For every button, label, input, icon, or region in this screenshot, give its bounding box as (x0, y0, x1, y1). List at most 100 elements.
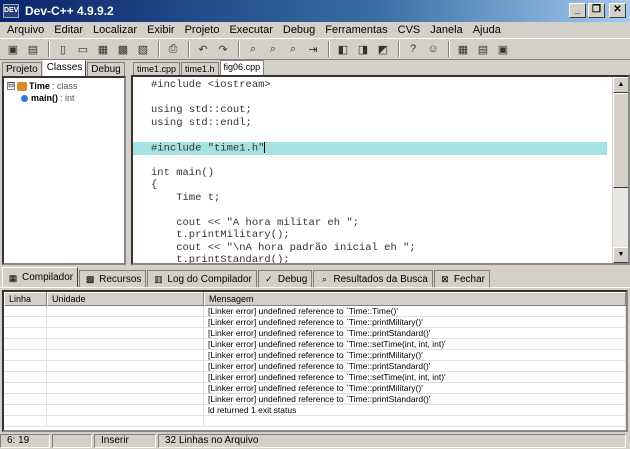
column-header-linha[interactable]: Linha (4, 292, 47, 306)
method-name: main() (31, 93, 58, 103)
tab-debug[interactable]: Debug (87, 62, 125, 76)
message-cell: [Linker error] undefined reference to `T… (204, 306, 626, 316)
tab-label: Compilador (22, 272, 74, 283)
table-row[interactable]: [Linker error] undefined reference to `T… (4, 350, 626, 361)
toolbar-separator (328, 41, 330, 57)
code-text[interactable]: #include <iostream> using std::cout; usi… (151, 79, 416, 265)
toolbar-separator (158, 41, 160, 57)
full-screen-icon[interactable]: ▣ (494, 40, 512, 58)
about-icon[interactable]: ☺ (424, 40, 442, 58)
project-class-panel: Projeto Classes Debug ⊟ Time : class mai… (0, 60, 128, 265)
insert-mode: Inserir (94, 434, 156, 448)
tab-fechar[interactable]: ⊠ Fechar (433, 270, 490, 287)
replace-icon[interactable]: ⌕ (264, 40, 282, 58)
menu-editar[interactable]: Editar (49, 24, 88, 36)
tab-resultados-da-busca[interactable]: ⌕ Resultados da Busca (313, 270, 433, 287)
table-row[interactable]: [Linker error] undefined reference to `T… (4, 394, 626, 405)
redo-icon[interactable]: ↷ (214, 40, 232, 58)
code-editor[interactable]: #include <iostream> using std::cout; usi… (131, 75, 630, 265)
tree-expander-icon[interactable]: ⊟ (7, 82, 15, 90)
find-next-icon[interactable]: ⌕ (284, 40, 302, 58)
close-icon: ⊠ (441, 274, 449, 284)
code-line: t.printMilitary(); (151, 229, 290, 241)
tab-log-do-compilador[interactable]: ▥ Log do Compilador (147, 270, 257, 287)
layout-icon[interactable]: ▦ (454, 40, 472, 58)
scroll-down-icon[interactable]: ▼ (613, 247, 628, 263)
tab-label: Recursos (99, 273, 142, 285)
save-icon[interactable]: ▦ (94, 40, 112, 58)
file-tab-fig06-cpp[interactable]: fig06.cpp (219, 60, 265, 75)
new-source-icon[interactable]: ▯ (54, 40, 72, 58)
menu-janela[interactable]: Janela (425, 24, 467, 36)
goto-bookmark-icon[interactable]: ◩ (374, 40, 392, 58)
tab-recursos[interactable]: ▩ Recursos (79, 270, 147, 287)
tab-compilador[interactable]: ▦ Compilador (2, 267, 79, 287)
insert-icon[interactable]: ◧ (334, 40, 352, 58)
window-list-icon[interactable]: ▤ (474, 40, 492, 58)
table-row[interactable]: [Linker error] undefined reference to `T… (4, 328, 626, 339)
menu-localizar[interactable]: Localizar (88, 24, 142, 36)
tab-classes[interactable]: Classes (42, 60, 87, 76)
close-file-icon[interactable]: ▧ (134, 40, 152, 58)
tree-node-time[interactable]: ⊟ Time : class (7, 80, 121, 92)
print-icon[interactable]: ⎙ (164, 40, 182, 58)
toggle-bookmark-icon[interactable]: ◨ (354, 40, 372, 58)
message-cell: [Linker error] undefined reference to `T… (204, 361, 626, 371)
table-row[interactable]: [Linker error] undefined reference to `T… (4, 361, 626, 372)
compile-log-icon: ▥ (154, 274, 163, 284)
menu-debug[interactable]: Debug (278, 24, 320, 36)
table-header: Linha Unidade Mensagem (4, 292, 626, 306)
code-line: t.printStandard(); (151, 254, 290, 265)
minimize-button[interactable]: _ (569, 3, 586, 18)
menu-arquivo[interactable]: Arquivo (2, 24, 49, 36)
code-line: using std::endl; (151, 116, 252, 129)
table-row[interactable]: [Linker error] undefined reference to `T… (4, 383, 626, 394)
new-file-icon[interactable]: ▤ (24, 40, 42, 58)
maximize-button[interactable]: ❐ (588, 3, 605, 18)
column-header-mensagem[interactable]: Mensagem (204, 292, 626, 306)
class-icon (17, 81, 27, 91)
undo-icon[interactable]: ↶ (194, 40, 212, 58)
code-line: #include <iostream> (151, 79, 271, 91)
save-all-icon[interactable]: ▩ (114, 40, 132, 58)
toolbar-separator (48, 41, 50, 57)
toolbar-separator (448, 41, 450, 57)
search-results-icon: ⌕ (321, 274, 327, 284)
window-title: Dev-C++ 4.9.9.2 (25, 4, 114, 18)
devcpp-app-icon[interactable]: DEV (3, 4, 19, 18)
menu-executar[interactable]: Executar (224, 24, 277, 36)
menu-exibir[interactable]: Exibir (142, 24, 180, 36)
tab-debug-output[interactable]: ✓ Debug (257, 270, 313, 287)
open-file-icon[interactable]: ▭ (74, 40, 92, 58)
scrollbar-thumb[interactable] (613, 93, 628, 188)
help-icon[interactable]: ? (404, 40, 422, 58)
file-tab-time1-h[interactable]: time1.h (181, 62, 219, 75)
tab-projeto[interactable]: Projeto (2, 62, 42, 76)
editor-panel: time1.cpp time1.h fig06.cpp #include <io… (131, 60, 630, 265)
menu-cvs[interactable]: CVS (393, 24, 426, 36)
open-project-icon[interactable]: ▣ (4, 40, 22, 58)
cursor-position: 6: 19 (0, 434, 50, 448)
class-kind: : class (51, 81, 78, 91)
class-name: Time (29, 81, 50, 91)
table-row[interactable]: [Linker error] undefined reference to `T… (4, 339, 626, 350)
method-type: : int (60, 93, 75, 103)
menu-projeto[interactable]: Projeto (180, 24, 225, 36)
table-row[interactable]: [Linker error] undefined reference to `T… (4, 306, 626, 317)
editor-vertical-scrollbar[interactable]: ▲ ▼ (612, 77, 628, 263)
find-icon[interactable]: ⌕ (244, 40, 262, 58)
toolbar-separator (188, 41, 190, 57)
code-line-current: #include "time1.h" (151, 141, 416, 155)
tree-node-main[interactable]: main() : int (7, 92, 121, 104)
table-row[interactable]: ld returned 1 exit status (4, 405, 626, 416)
menu-ajuda[interactable]: Ajuda (468, 24, 506, 36)
table-row[interactable]: [Linker error] undefined reference to `T… (4, 317, 626, 328)
file-tab-time1-cpp[interactable]: time1.cpp (133, 62, 181, 75)
goto-line-icon[interactable]: ⇥ (304, 40, 322, 58)
menu-ferramentas[interactable]: Ferramentas (320, 24, 392, 36)
scroll-up-icon[interactable]: ▲ (613, 77, 628, 93)
table-row[interactable]: [Linker error] undefined reference to `T… (4, 372, 626, 383)
close-window-button[interactable]: ✕ (609, 3, 626, 18)
column-header-unidade[interactable]: Unidade (47, 292, 204, 306)
